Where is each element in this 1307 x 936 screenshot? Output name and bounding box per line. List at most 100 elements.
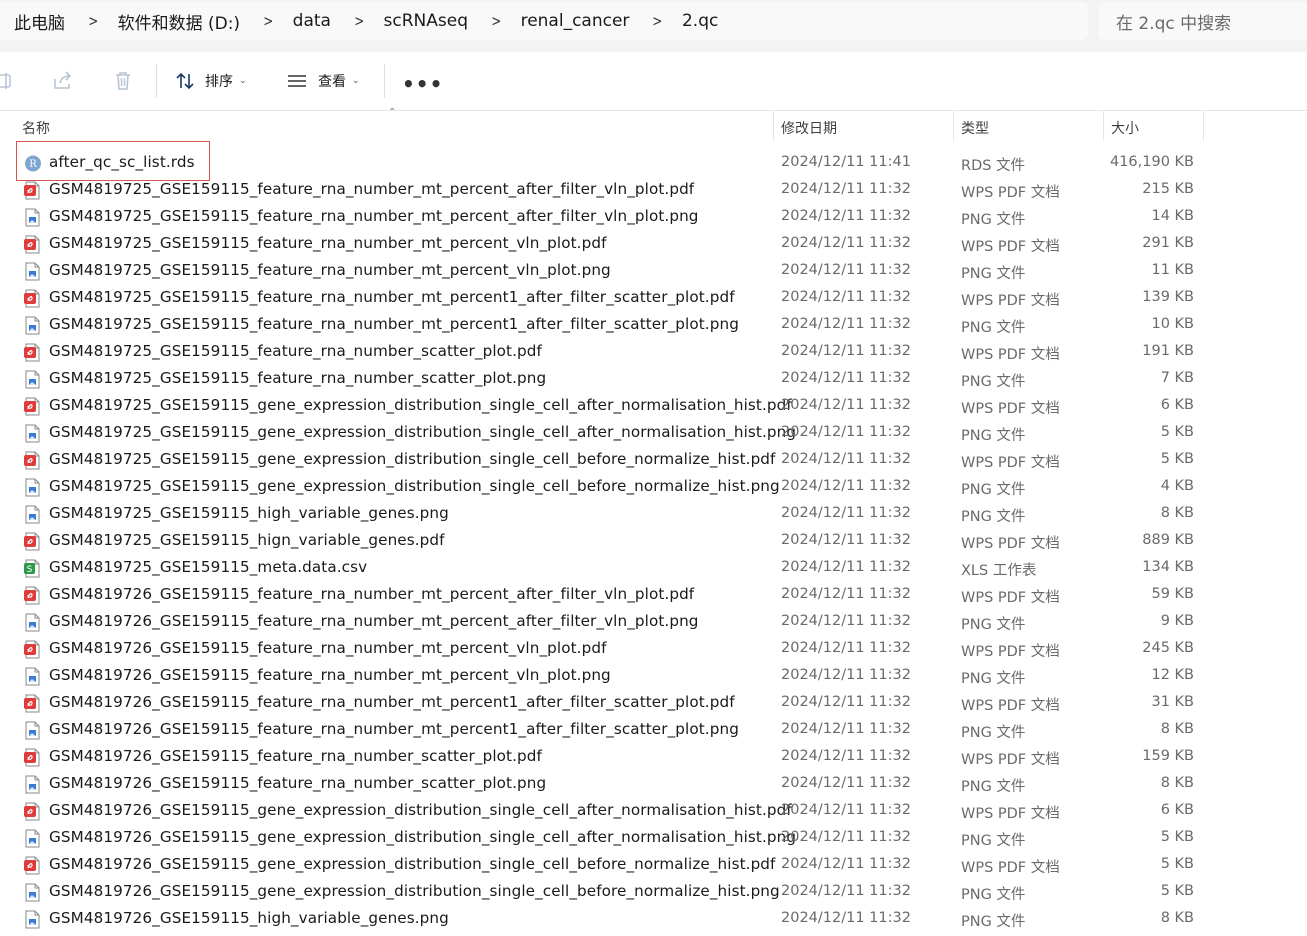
file-row[interactable]: GSM4819725_GSE159115_feature_rna_number_… xyxy=(0,258,1307,285)
file-row[interactable]: GSM4819726_GSE159115_feature_rna_number_… xyxy=(0,663,1307,690)
file-type: WPS PDF 文档 xyxy=(961,644,1060,660)
file-type: PNG 文件 xyxy=(961,914,1026,930)
breadcrumb-item[interactable]: renal_cancer xyxy=(521,11,630,31)
file-row[interactable]: GSM4819726_GSE159115_feature_rna_number_… xyxy=(0,609,1307,636)
sort-icon xyxy=(176,72,194,90)
delete-icon[interactable] xyxy=(111,69,135,93)
file-row[interactable]: GSM4819725_GSE159115_gene_expression_dis… xyxy=(0,420,1307,447)
file-size: 5 KB xyxy=(1160,451,1194,467)
file-row[interactable]: GSM4819725_GSE159115_feature_rna_number_… xyxy=(0,204,1307,231)
file-row[interactable]: GSM4819726_GSE159115_feature_rna_number_… xyxy=(0,636,1307,663)
file-row[interactable]: GSM4819725_GSE159115_feature_rna_number_… xyxy=(0,366,1307,393)
column-divider[interactable] xyxy=(1203,111,1204,141)
file-name: GSM4819725_GSE159115_feature_rna_number_… xyxy=(49,207,699,225)
chevron-right-icon[interactable]: > xyxy=(653,12,663,30)
command-toolbar: 排序 ⌄ 查看 ⌄ ••• xyxy=(0,52,1307,111)
breadcrumb-item[interactable]: 此电脑 xyxy=(14,9,65,34)
file-date: 2024/12/11 11:32 xyxy=(781,586,911,602)
column-divider[interactable] xyxy=(773,111,774,141)
file-row[interactable]: Rafter_qc_sc_list.rds 2024/12/11 11:41 RDS… xyxy=(0,150,1307,177)
more-icon[interactable]: ••• xyxy=(402,72,443,96)
file-size: 12 KB xyxy=(1151,667,1194,683)
file-row[interactable]: GSM4819726_GSE159115_feature_rna_number_… xyxy=(0,690,1307,717)
file-name: GSM4819726_GSE159115_gene_expression_dis… xyxy=(49,801,792,819)
file-date: 2024/12/11 11:32 xyxy=(781,532,911,548)
column-name[interactable]: 名称 xyxy=(22,118,50,138)
file-size: 889 KB xyxy=(1142,532,1194,548)
breadcrumb[interactable]: 此电脑 > 软件和数据 (D:) > data > scRNAseq > renal_cance… xyxy=(0,2,1088,40)
pdf-file-icon xyxy=(24,181,40,200)
file-row[interactable]: GSM4819726_GSE159115_feature_rna_number_… xyxy=(0,582,1307,609)
file-row[interactable]: GSM4819726_GSE159115_high_variable_genes… xyxy=(0,906,1307,933)
file-size: 139 KB xyxy=(1142,289,1194,305)
file-row[interactable]: GSM4819725_GSE159115_feature_rna_number_… xyxy=(0,177,1307,204)
file-row[interactable]: GSM4819725_GSE159115_feature_rna_number_… xyxy=(0,339,1307,366)
file-row[interactable]: GSM4819725_GSE159115_high_variable_genes… xyxy=(0,501,1307,528)
file-row[interactable]: GSM4819726_GSE159115_gene_expression_dis… xyxy=(0,852,1307,879)
file-row[interactable]: GSM4819725_GSE159115_feature_rna_number_… xyxy=(0,312,1307,339)
file-name: GSM4819725_GSE159115_gene_expression_dis… xyxy=(49,477,780,495)
file-row[interactable]: S GSM4819725_GSE159115_meta.data.csv 2024/… xyxy=(0,555,1307,582)
file-size: 5 KB xyxy=(1160,883,1194,899)
file-type: PNG 文件 xyxy=(961,617,1026,633)
view-button[interactable]: 查看 ⌄ xyxy=(286,66,360,96)
file-type: PNG 文件 xyxy=(961,266,1026,282)
column-size[interactable]: 大小 xyxy=(1111,118,1139,138)
chevron-right-icon[interactable]: > xyxy=(88,12,98,30)
file-type: WPS PDF 文档 xyxy=(961,455,1060,471)
file-type: WPS PDF 文档 xyxy=(961,293,1060,309)
file-row[interactable]: GSM4819725_GSE159115_feature_rna_number_… xyxy=(0,231,1307,258)
file-name: GSM4819725_GSE159115_gene_expression_dis… xyxy=(49,396,792,414)
breadcrumb-item[interactable]: data xyxy=(293,11,331,31)
sort-button[interactable]: 排序 ⌄ xyxy=(174,66,247,96)
file-name: GSM4819726_GSE159115_feature_rna_number_… xyxy=(49,666,611,684)
rds-file-icon: R xyxy=(25,155,41,172)
file-name: GSM4819725_GSE159115_feature_rna_number_… xyxy=(49,342,542,360)
file-row[interactable]: GSM4819725_GSE159115_feature_rna_number_… xyxy=(0,285,1307,312)
file-type: PNG 文件 xyxy=(961,482,1026,498)
share-icon[interactable] xyxy=(51,69,75,93)
column-type[interactable]: 类型 xyxy=(961,118,989,138)
file-date: 2024/12/11 11:32 xyxy=(781,370,911,386)
file-row[interactable]: GSM4819725_GSE159115_gene_expression_dis… xyxy=(0,474,1307,501)
breadcrumb-item[interactable]: 软件和数据 (D:) xyxy=(118,9,241,34)
file-type: WPS PDF 文档 xyxy=(961,239,1060,255)
column-divider[interactable] xyxy=(1103,111,1104,141)
search-input[interactable]: 在 2.qc 中搜索 xyxy=(1098,2,1307,40)
chevron-right-icon[interactable]: > xyxy=(263,12,273,30)
file-row[interactable]: GSM4819725_GSE159115_gene_expression_dis… xyxy=(0,447,1307,474)
file-row[interactable]: GSM4819726_GSE159115_feature_rna_number_… xyxy=(0,717,1307,744)
file-row[interactable]: GSM4819726_GSE159115_gene_expression_dis… xyxy=(0,879,1307,906)
breadcrumb-item[interactable]: 2.qc xyxy=(682,11,718,31)
file-name: GSM4819725_GSE159115_gene_expression_dis… xyxy=(49,450,776,468)
file-date: 2024/12/11 11:32 xyxy=(781,478,911,494)
image-file-icon xyxy=(25,262,40,281)
chevron-right-icon[interactable]: > xyxy=(354,12,364,30)
view-icon xyxy=(288,75,306,87)
column-divider[interactable] xyxy=(953,111,954,141)
file-row[interactable]: GSM4819726_GSE159115_feature_rna_number_… xyxy=(0,744,1307,771)
image-file-icon xyxy=(25,505,40,524)
file-size: 8 KB xyxy=(1160,910,1194,926)
file-date: 2024/12/11 11:32 xyxy=(781,505,911,521)
file-type: WPS PDF 文档 xyxy=(961,347,1060,363)
file-row[interactable]: GSM4819726_GSE159115_gene_expression_dis… xyxy=(0,798,1307,825)
file-type: PNG 文件 xyxy=(961,374,1026,390)
file-row[interactable]: GSM4819726_GSE159115_feature_rna_number_… xyxy=(0,771,1307,798)
image-file-icon xyxy=(25,883,40,902)
file-type: PNG 文件 xyxy=(961,779,1026,795)
file-row[interactable]: GSM4819725_GSE159115_gene_expression_dis… xyxy=(0,393,1307,420)
image-file-icon xyxy=(25,667,40,686)
chevron-right-icon[interactable]: > xyxy=(491,12,501,30)
file-row[interactable]: GSM4819725_GSE159115_hign_variable_genes… xyxy=(0,528,1307,555)
file-type: WPS PDF 文档 xyxy=(961,401,1060,417)
breadcrumb-item[interactable]: scRNAseq xyxy=(384,11,468,31)
file-date: 2024/12/11 11:32 xyxy=(781,802,911,818)
file-name: GSM4819726_GSE159115_gene_expression_dis… xyxy=(49,882,780,900)
file-date: 2024/12/11 11:32 xyxy=(781,694,911,710)
pdf-file-icon xyxy=(24,343,40,362)
column-date[interactable]: 修改日期 xyxy=(781,118,837,138)
file-row[interactable]: GSM4819726_GSE159115_gene_expression_dis… xyxy=(0,825,1307,852)
file-type: WPS PDF 文档 xyxy=(961,590,1060,606)
rename-icon[interactable] xyxy=(0,69,16,93)
